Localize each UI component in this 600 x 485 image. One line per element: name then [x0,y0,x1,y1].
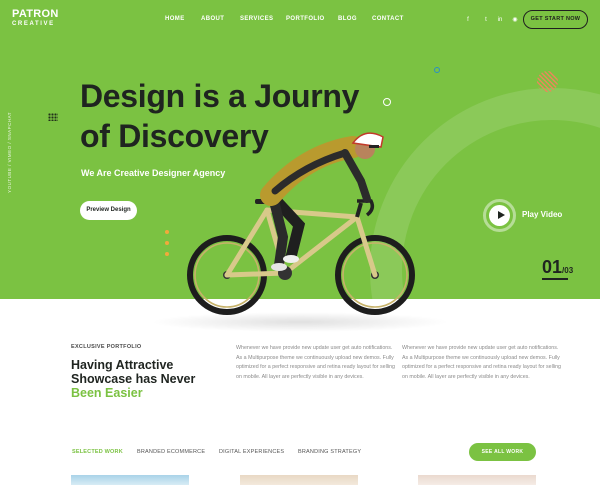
tab-branding-strategy[interactable]: BRANDING STRATEGY [298,449,361,455]
brand-logo-line2: CREATIVE [12,21,55,27]
play-icon-circle [489,205,510,226]
portfolio-card-3[interactable] [418,475,536,485]
blue-ring-decoration [434,67,440,73]
brand-logo[interactable]: PATRON CREATIVE [12,8,59,28]
about-paragraph-1: Whenever we have provide new update user… [236,345,395,380]
slider-dot-3[interactable] [165,252,169,256]
about-heading-highlight: Been Easier [71,386,143,400]
play-icon [498,211,505,219]
facebook-icon[interactable]: f [462,14,474,26]
slide-counter-underline [542,278,568,280]
get-start-now-button[interactable]: GET START NOW [523,10,588,29]
about-eyebrow: EXCLUSIVE PORTFOLIO [71,344,142,350]
preview-design-button[interactable]: Preview Design [80,201,137,220]
slider-dot-1[interactable] [165,230,169,234]
linkedin-icon[interactable]: in [494,14,506,26]
play-video-button[interactable] [483,199,516,232]
slide-counter: 01/03 [542,257,573,278]
about-paragraph-2: Whenever we have provide new update user… [402,345,561,380]
slide-current: 01 [542,257,563,277]
nav-item-services[interactable]: SERVICES [240,16,273,22]
twitter-icon[interactable]: t [480,14,492,26]
about-heading-line2: Showcase has Never [71,372,196,386]
striped-circle-decoration [537,71,558,92]
hero-title-line1: Design is a Journy [80,78,360,114]
slide-total: /03 [562,266,574,275]
tab-branded-ecommerce[interactable]: BRANDED ECOMMERCE [137,449,205,455]
tab-selected-work[interactable]: SELECTED WORK [72,449,123,455]
about-heading-block: EXCLUSIVE PORTFOLIO Having Attractive Sh… [71,344,195,400]
nav-item-home[interactable]: HOME [165,16,185,22]
tab-digital-experiences[interactable]: DIGITAL EXPERIENCES [219,449,284,455]
nav-item-blog[interactable]: BLOG [338,16,357,22]
nav-item-about[interactable]: ABOUT [201,16,224,22]
dots-grid-decoration [48,113,58,121]
slider-dot-2[interactable] [165,241,169,245]
ring-decoration [383,98,391,106]
cyclist-image [187,132,415,315]
rss-icon[interactable]: ◉ [509,14,521,26]
brand-logo-line1: PATRON [12,8,59,20]
play-video-label[interactable]: Play Video [522,210,562,219]
nav-item-contact[interactable]: CONTACT [372,16,404,22]
see-all-work-button[interactable]: SEE ALL WORK [469,443,536,461]
about-heading-line1: Having Attractive [71,358,174,372]
portfolio-card-2[interactable] [240,475,358,485]
portfolio-card-1[interactable] [71,475,189,485]
social-vertical-links[interactable]: YOUTUBE / VIMEO / SNAPCHAT [7,112,12,193]
nav-item-portfolio[interactable]: PORTFOLIO [286,16,325,22]
